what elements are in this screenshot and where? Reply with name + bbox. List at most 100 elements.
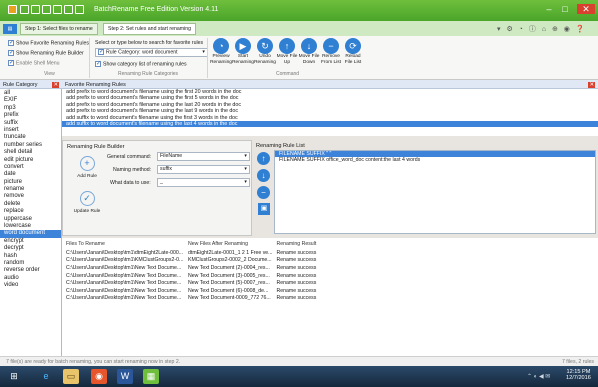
category-item[interactable]: date <box>0 171 61 178</box>
quick-access-icon-4[interactable] <box>53 5 62 14</box>
rule-category-header: Rule Category ✕ <box>0 80 62 89</box>
clock[interactable]: 12:15 PM 12/7/2016 <box>566 369 591 381</box>
move-rule-up-button[interactable]: ↑ <box>257 152 270 165</box>
tab-step-1[interactable]: Step 1: Select files to rename <box>20 23 98 35</box>
category-item[interactable]: suffix <box>0 120 61 127</box>
status-text: 7 file(s) are ready for batch renaming, … <box>6 359 181 365</box>
category-item[interactable]: picture <box>0 179 61 186</box>
category-item[interactable]: truncate <box>0 134 61 141</box>
undo-icon: ↻ <box>257 38 273 54</box>
quick-access-icon-6[interactable] <box>75 5 84 14</box>
category-item[interactable]: rename <box>0 186 61 193</box>
remove-rule-button[interactable]: − <box>257 186 270 199</box>
category-item[interactable]: video <box>0 282 61 289</box>
column-header[interactable]: Files To Rename <box>62 238 186 249</box>
category-item[interactable]: number series <box>0 142 61 149</box>
general-command-select[interactable]: FileName ▾ <box>157 152 250 161</box>
move-file-up-button[interactable]: ↑ Move File Up <box>276 38 298 66</box>
category-item[interactable]: replace <box>0 208 61 215</box>
category-item[interactable]: uppercase <box>0 216 61 223</box>
table-row[interactable]: C:\Users\Janani\Desktop\tm1\New Text Doc… <box>62 264 598 272</box>
quick-access-icon-1[interactable] <box>20 5 29 14</box>
media-player-icon[interactable]: ◉ <box>91 369 107 384</box>
naming-method-label: Naming method: <box>113 167 152 173</box>
quick-access-icon-5[interactable] <box>64 5 73 14</box>
rule-list-item[interactable]: FILENAME SUFFIX office_word_doc content:… <box>275 157 595 163</box>
category-item[interactable]: remove <box>0 193 61 200</box>
file-explorer-icon[interactable]: ▭ <box>63 369 79 384</box>
ribbon: Show Favorite Renaming Rules Show Renami… <box>0 36 598 80</box>
category-item[interactable]: shell detail <box>0 149 61 156</box>
favorite-rule-item-selected[interactable]: add suffix to word document's filename u… <box>62 120 598 128</box>
show-category-list-checkbox[interactable]: Show category list of renaming rules <box>95 61 187 67</box>
file-menu-button[interactable]: ▤ <box>3 24 17 34</box>
category-item[interactable]: convert <box>0 164 61 171</box>
table-row[interactable]: C:\Users\Janani\Desktop\tm1\KMClustGroup… <box>62 257 598 265</box>
minimize-button[interactable]: – <box>542 4 556 14</box>
batchrename-taskbar-icon[interactable]: ▦ <box>143 369 159 384</box>
categories-group-label: Renaming Rule Categories <box>118 71 179 77</box>
category-item[interactable]: decrypt <box>0 245 61 252</box>
show-builder-checkbox[interactable]: Show Renaming Rule Builder <box>8 50 84 56</box>
category-item-selected[interactable]: word document <box>0 230 61 238</box>
table-row[interactable]: C:\Users\Janani\Desktop\tm1\New Text Doc… <box>62 279 598 287</box>
category-item[interactable]: audio <box>0 275 61 282</box>
category-item[interactable]: reverse order <box>0 267 61 274</box>
category-item[interactable]: hash <box>0 253 61 260</box>
help-icons[interactable]: ▾ ⚙ ◔ ⓘ ⌂ ⊕ ◉ ❓ <box>497 24 595 34</box>
reload-file-list-button[interactable]: ⟳ Reload File List <box>342 38 364 66</box>
column-header[interactable]: New Files After Renaming <box>186 238 275 249</box>
play-icon: ▶ <box>235 38 251 54</box>
undo-renaming-button[interactable]: ↻ Undo Renaming <box>254 38 276 66</box>
browser-icon[interactable]: e <box>38 369 54 384</box>
tab-step-2[interactable]: Step 2: Set rules and start renaming <box>103 23 197 35</box>
start-renaming-button[interactable]: ▶ Start Renaming <box>232 38 254 66</box>
move-rule-down-button[interactable]: ↓ <box>257 169 270 182</box>
quick-access-icon-2[interactable] <box>31 5 40 14</box>
show-favorite-checkbox[interactable]: Show Favorite Renaming Rules <box>8 40 89 46</box>
naming-method-select[interactable]: suffix ▾ <box>157 165 250 174</box>
rule-category-select[interactable]: Rule Category: word document▾ <box>95 48 208 57</box>
category-item[interactable]: encrypt <box>0 238 61 245</box>
arrow-up-icon: ↑ <box>279 38 295 54</box>
command-group-label: Command <box>276 71 300 77</box>
windows-start-icon[interactable]: ⊞ <box>6 369 22 384</box>
category-item[interactable]: delete <box>0 201 61 208</box>
status-bar: 7 file(s) are ready for batch renaming, … <box>0 356 598 366</box>
category-item[interactable]: mp3 <box>0 105 61 112</box>
close-panel-icon[interactable]: ✕ <box>588 81 595 88</box>
tray-icons[interactable]: ⌃ ◐ ◀ ✉ <box>527 373 550 380</box>
column-header[interactable]: Renaming Result <box>275 238 598 249</box>
rule-list-header: Renaming Rule List <box>256 143 305 149</box>
remove-from-list-button[interactable]: − Remove From List <box>320 38 342 66</box>
add-rule-button[interactable]: + Add Rule <box>66 156 108 186</box>
close-button[interactable]: ✕ <box>577 4 595 14</box>
chevron-down-icon: ▾ <box>202 49 205 55</box>
category-item[interactable]: random <box>0 260 61 267</box>
rule-category-list: all EXIF mp3 prefix suffix insert trunca… <box>0 89 62 356</box>
data-to-use-select[interactable]: _ ▾ <box>157 178 250 187</box>
table-row[interactable]: C:\Users\Janani\Desktop\tm1\New Text Doc… <box>62 272 598 280</box>
update-rule-button[interactable]: ✓ Update Rule <box>66 191 108 221</box>
table-row[interactable]: C:\Users\Janani\Desktop\tm1\New Text Doc… <box>62 295 598 303</box>
table-row[interactable]: C:\Users\Janani\Desktop\tm1\New Text Doc… <box>62 287 598 295</box>
category-item[interactable]: insert <box>0 127 61 134</box>
table-row[interactable]: C:\Users\Janani\Desktop\tm1\dtmEight2Lat… <box>62 249 598 257</box>
taskbar: ⊞ e ▭ ◉ W ▦ ⌃ ◐ ◀ ✉ 12:15 PM 12/7/2016 <box>0 366 598 387</box>
maximize-button[interactable]: □ <box>558 4 572 14</box>
word-icon[interactable]: W <box>117 369 133 384</box>
preview-renaming-button[interactable]: ◔ Preview Renaming <box>210 38 232 66</box>
save-icon[interactable]: ▣ <box>258 203 270 215</box>
category-item[interactable]: EXIF <box>0 97 61 104</box>
category-item[interactable]: edit picture <box>0 157 61 164</box>
move-file-down-button[interactable]: ↓ Move File Down <box>298 38 320 66</box>
category-item[interactable]: lowercase <box>0 223 61 230</box>
category-item[interactable]: all <box>0 90 61 97</box>
reload-icon: ⟳ <box>345 38 361 54</box>
category-item[interactable]: prefix <box>0 112 61 119</box>
quick-access-icon-3[interactable] <box>42 5 51 14</box>
close-panel-icon[interactable]: ✕ <box>52 81 59 88</box>
favorite-rules-header: Favorite Renaming Rules ✕ <box>62 80 598 89</box>
command-buttons: ◔ Preview Renaming ▶ Start Renaming ↻ Undo … <box>210 38 365 70</box>
enable-shell-menu-checkbox[interactable]: Enable Shell Menu <box>8 60 60 66</box>
